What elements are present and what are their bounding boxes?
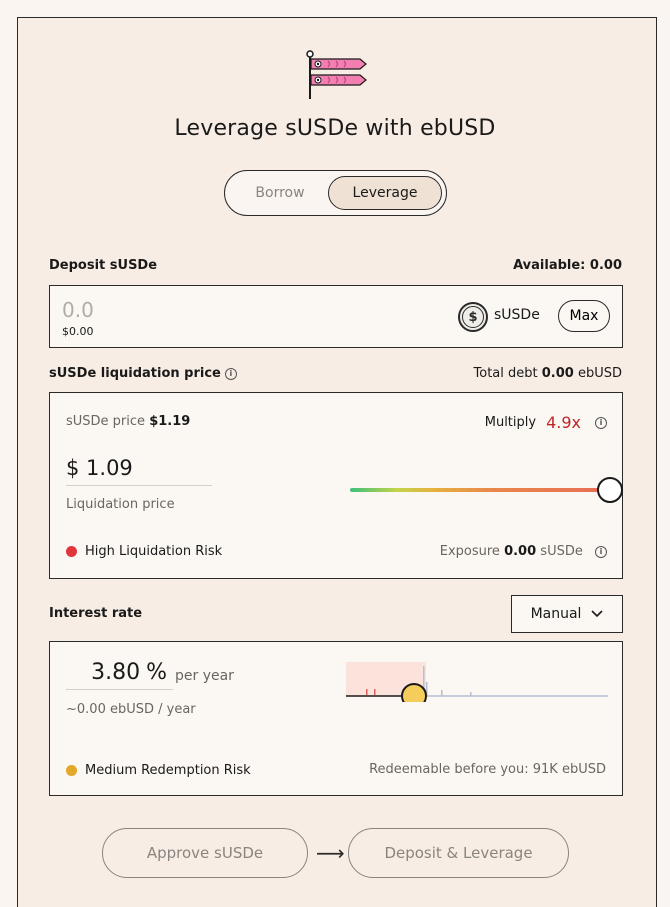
mode-tabs: Borrow Leverage: [224, 170, 447, 216]
liquidation-box: sUSDe price $1.19 Multiply 4.9x i $ 1.09…: [49, 392, 623, 579]
tab-borrow[interactable]: Borrow: [230, 176, 330, 210]
total-debt-prefix: Total debt: [473, 366, 538, 381]
total-debt: Total debt 0.00 ebUSD: [474, 366, 622, 381]
rate-distribution-chart[interactable]: [346, 662, 608, 702]
koinobori-icon: [306, 50, 367, 99]
arrow-right-icon: ⟶: [316, 841, 345, 865]
red-status-dot-icon: [66, 546, 77, 557]
total-debt-unit: ebUSD: [577, 366, 622, 381]
max-button[interactable]: Max: [558, 300, 610, 332]
deposit-box: $0.00 $ sUSDe Max: [49, 285, 623, 348]
price-value: $1.19: [149, 414, 191, 429]
multiply-value: 4.9x: [546, 413, 581, 432]
yellow-status-dot-icon: [66, 765, 77, 776]
deposit-leverage-button[interactable]: Deposit & Leverage: [348, 828, 569, 878]
redeemable-before-you: Redeemable before you: 91K ebUSD: [369, 762, 606, 777]
chevron-down-icon: [591, 610, 604, 618]
token-name: sUSDe: [494, 307, 540, 323]
page-title: Leverage sUSDe with ebUSD: [174, 116, 496, 141]
rate-mode-label: Manual: [530, 606, 582, 622]
info-icon[interactable]: i: [595, 545, 607, 558]
deposit-label: Deposit sUSDe: [49, 258, 158, 273]
liquidation-label: sUSDe liquidation price i: [49, 366, 237, 381]
leverage-slider-track[interactable]: [350, 488, 610, 492]
redemption-risk: Medium Redemption Risk: [66, 763, 251, 778]
exposure-prefix: Exposure: [439, 544, 500, 559]
per-year-label: per year: [175, 668, 234, 684]
liquidation-price-value: $ 1.09: [66, 456, 212, 486]
multiply-label: Multiply: [484, 415, 537, 430]
tab-leverage[interactable]: Leverage: [328, 176, 442, 210]
liquidation-price-label: Liquidation price: [66, 497, 175, 512]
available-balance: Available: 0.00: [513, 258, 622, 273]
liquidation-risk: High Liquidation Risk: [66, 544, 222, 559]
interest-cost: ~0.00 ebUSD / year: [66, 702, 196, 717]
rate-mode-dropdown[interactable]: Manual: [511, 595, 623, 633]
dollar-coin-icon: $: [458, 302, 488, 332]
interest-rate-box: 3.80% per year ~0.00 ebUSD / year Medium…: [49, 641, 623, 796]
interest-rate-input[interactable]: 3.80%: [66, 660, 173, 690]
info-icon[interactable]: i: [595, 416, 607, 429]
rate-unit: %: [146, 660, 167, 685]
exposure-unit: sUSDe: [540, 544, 583, 559]
price-prefix: sUSDe price: [66, 414, 146, 429]
deposit-amount-input[interactable]: [62, 296, 262, 324]
approve-button[interactable]: Approve sUSDe: [102, 828, 308, 878]
interest-rate-label: Interest rate: [49, 606, 143, 621]
rate-slider-handle[interactable]: [401, 683, 427, 702]
liquidation-risk-label: High Liquidation Risk: [85, 544, 223, 559]
multiply-display: Multiply 4.9x i: [485, 413, 607, 432]
leverage-slider-handle[interactable]: [597, 477, 623, 503]
exposure-value: 0.00: [504, 544, 537, 559]
rate-value: 3.80: [91, 660, 141, 685]
exposure: Exposure 0.00 sUSDe i: [440, 544, 607, 559]
redemption-risk-label: Medium Redemption Risk: [85, 763, 251, 778]
susde-price: sUSDe price $1.19: [66, 414, 190, 429]
liquidation-label-text: sUSDe liquidation price: [49, 366, 221, 381]
info-icon[interactable]: i: [224, 367, 237, 380]
deposit-usd-value: $0.00: [62, 325, 94, 338]
total-debt-value: 0.00: [541, 366, 574, 381]
